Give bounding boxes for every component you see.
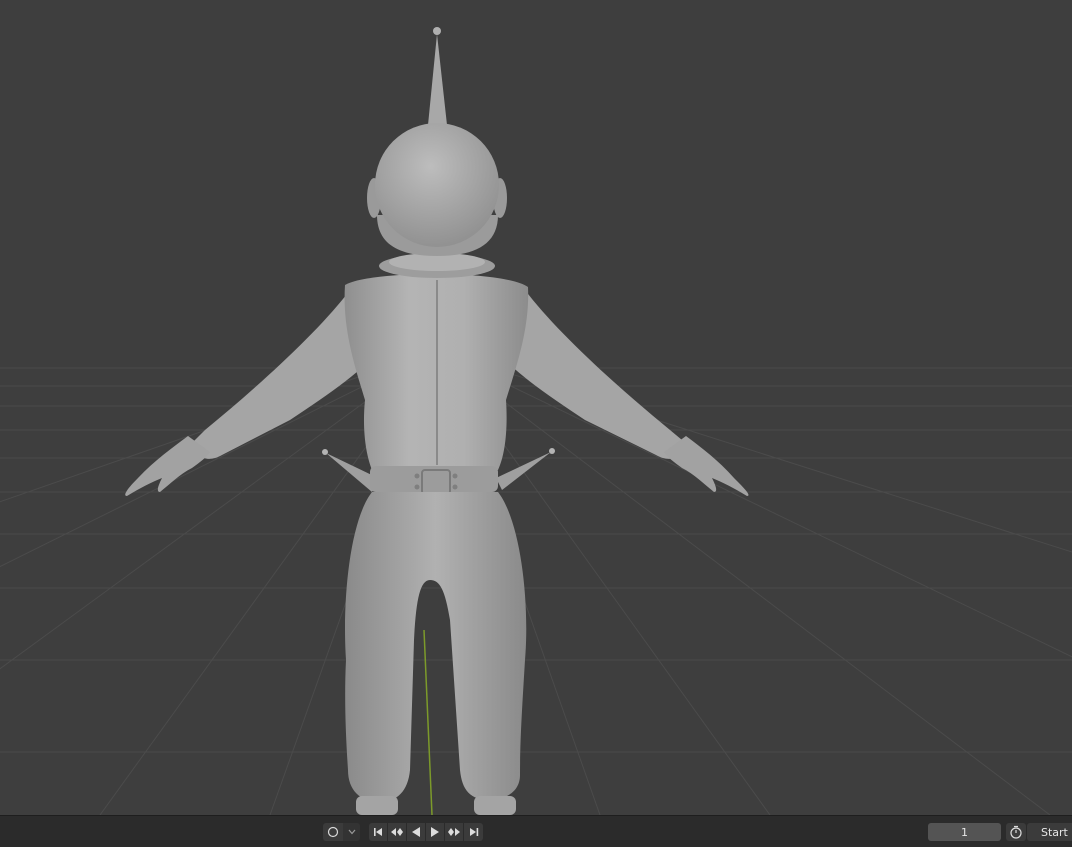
playback-controls xyxy=(369,823,483,841)
keying-toggle[interactable] xyxy=(323,823,343,841)
play-icon xyxy=(431,827,439,837)
jump-to-start-button[interactable] xyxy=(369,823,388,841)
chevron-down-icon xyxy=(348,829,355,835)
start-frame-field[interactable]: Start xyxy=(1027,823,1072,841)
jump-start-icon xyxy=(374,828,382,836)
play-reverse-icon xyxy=(412,827,420,837)
jump-to-previous-keyframe-button[interactable] xyxy=(388,823,407,841)
prev-keyframe-icon xyxy=(391,828,403,836)
start-label: Start xyxy=(1041,825,1068,839)
3d-viewport[interactable] xyxy=(0,0,1072,815)
play-reverse-button[interactable] xyxy=(407,823,426,841)
play-button[interactable] xyxy=(426,823,445,841)
timeline-header: 1 Start xyxy=(0,815,1072,847)
jump-to-next-keyframe-button[interactable] xyxy=(445,823,464,841)
y-axis-line xyxy=(423,629,433,815)
jump-to-end-button[interactable] xyxy=(464,823,483,841)
use-preview-range-button[interactable] xyxy=(1006,823,1026,841)
next-keyframe-icon xyxy=(448,828,460,836)
floor-grid xyxy=(0,349,1072,815)
keying-dropdown[interactable] xyxy=(343,823,360,841)
stopwatch-icon xyxy=(1010,825,1022,839)
jump-end-icon xyxy=(469,828,478,836)
circle-icon xyxy=(327,826,339,838)
current-frame-field[interactable]: 1 xyxy=(928,823,1001,841)
astronaut-model xyxy=(125,27,749,815)
viewport-canvas[interactable] xyxy=(0,0,1072,815)
